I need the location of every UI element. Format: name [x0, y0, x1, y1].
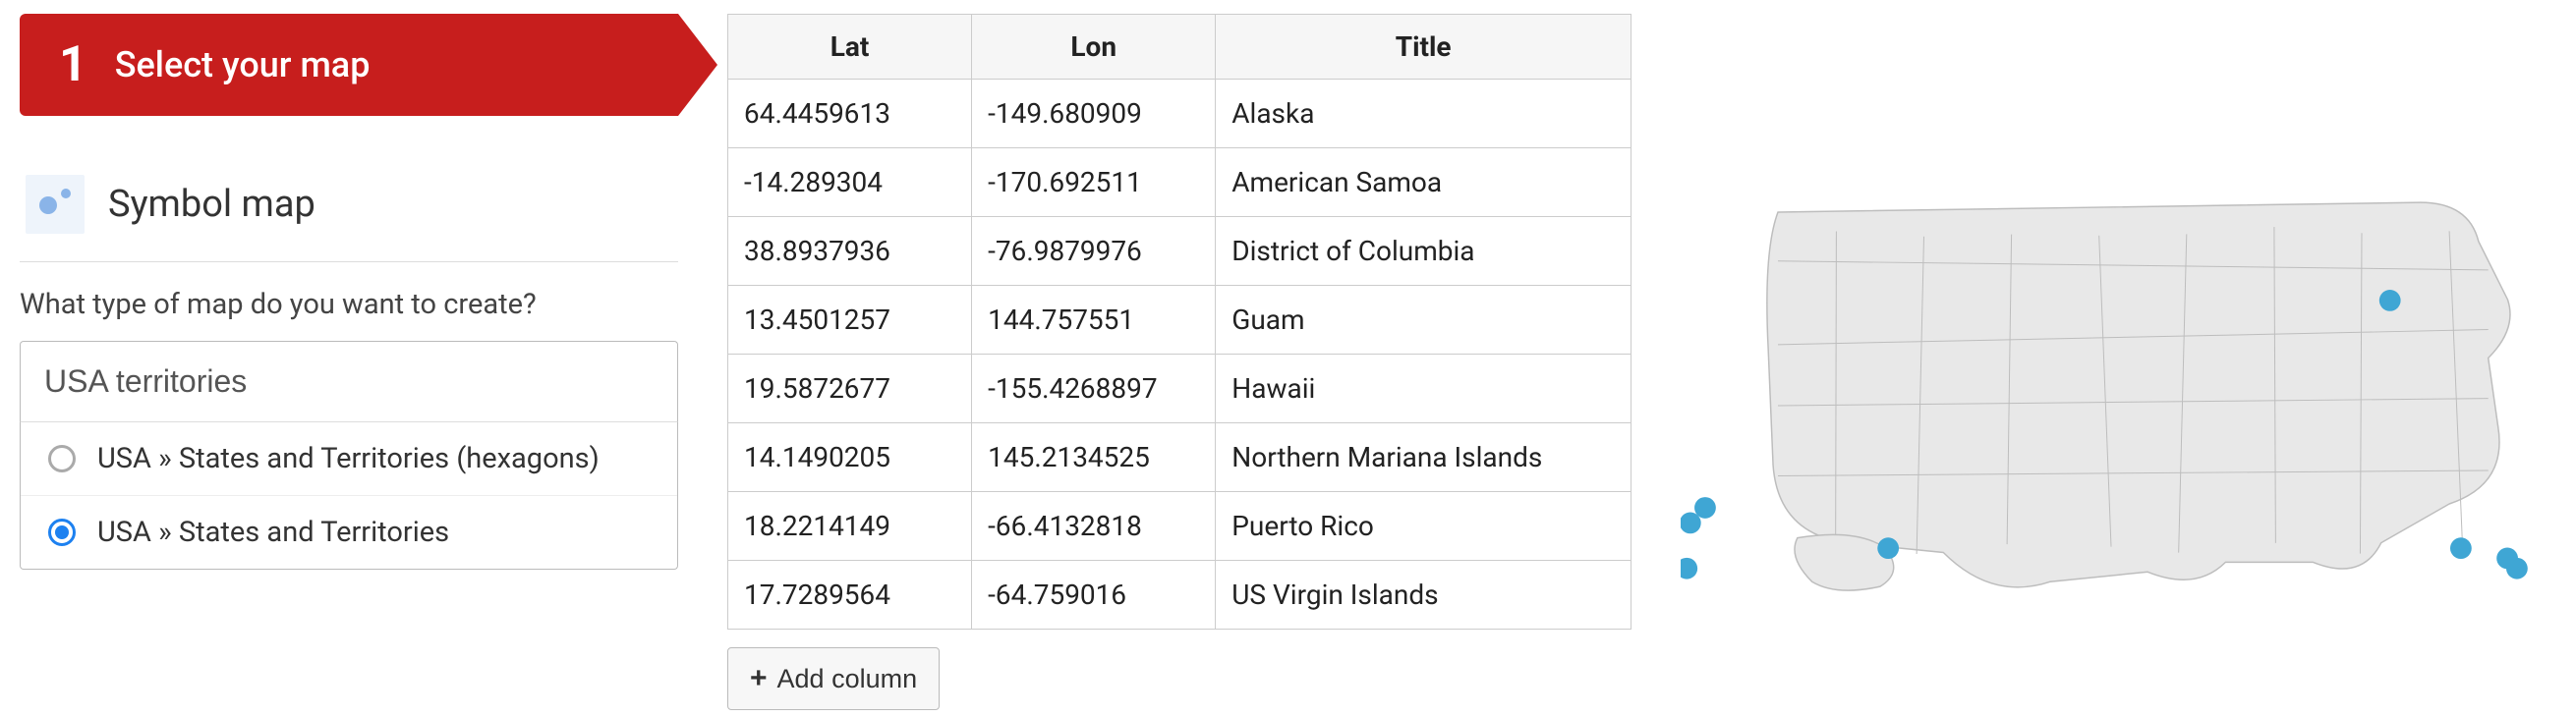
map-search-input[interactable] — [20, 341, 678, 421]
map-option-label: USA » States and Territories — [97, 516, 449, 549]
cell-title[interactable]: District of Columbia — [1216, 217, 1631, 286]
cell-lat[interactable]: 18.2214149 — [728, 492, 972, 561]
header-lon[interactable]: Lon — [972, 15, 1216, 80]
cell-lon[interactable]: 144.757551 — [972, 286, 1216, 355]
table-row[interactable]: 64.4459613-149.680909Alaska — [728, 80, 1631, 148]
symbol-map-icon — [26, 175, 85, 234]
cell-lon[interactable]: 145.2134525 — [972, 423, 1216, 492]
map-option-hexagons[interactable]: USA » States and Territories (hexagons) — [21, 422, 677, 496]
table-header-row: Lat Lon Title — [728, 15, 1631, 80]
selected-map-type: Symbol map — [20, 175, 678, 234]
cell-lon[interactable]: -155.4268897 — [972, 355, 1216, 423]
map-type-label: Symbol map — [108, 183, 315, 226]
table-row[interactable]: 17.7289564-64.759016US Virgin Islands — [728, 561, 1631, 630]
map-preview-panel — [1681, 14, 2556, 703]
map-option-label: USA » States and Territories (hexagons) — [97, 442, 600, 475]
cell-title[interactable]: US Virgin Islands — [1216, 561, 1631, 630]
map-options-list: USA » States and Territories (hexagons) … — [20, 421, 678, 570]
cell-title[interactable]: American Samoa — [1216, 148, 1631, 217]
cell-lat[interactable]: 14.1490205 — [728, 423, 972, 492]
step-label: Select your map — [115, 44, 371, 85]
step-banner: 1 Select your map — [20, 14, 678, 116]
data-table-panel: Lat Lon Title 64.4459613-149.680909Alask… — [727, 14, 1631, 703]
cell-lon[interactable]: -170.692511 — [972, 148, 1216, 217]
cell-lat[interactable]: 64.4459613 — [728, 80, 972, 148]
table-row[interactable]: 38.8937936-76.9879976District of Columbi… — [728, 217, 1631, 286]
map-dot[interactable] — [2450, 537, 2472, 559]
cell-lon[interactable]: -64.759016 — [972, 561, 1216, 630]
cell-lat[interactable]: 17.7289564 — [728, 561, 972, 630]
header-lat[interactable]: Lat — [728, 15, 972, 80]
radio-icon — [48, 445, 76, 472]
add-column-button[interactable]: + Add column — [727, 647, 940, 710]
map-dot[interactable] — [1877, 537, 1899, 559]
plus-icon: + — [750, 662, 768, 695]
map-type-prompt: What type of map do you want to create? — [20, 288, 678, 321]
map-dot[interactable] — [2506, 558, 2528, 579]
map-dot[interactable] — [1694, 497, 1716, 519]
cell-title[interactable]: Guam — [1216, 286, 1631, 355]
table-row[interactable]: 14.1490205145.2134525Northern Mariana Is… — [728, 423, 1631, 492]
wizard-sidebar: 1 Select your map Symbol map What type o… — [20, 14, 678, 703]
map-dot[interactable] — [2379, 290, 2401, 311]
map-dot[interactable] — [1681, 558, 1697, 579]
cell-title[interactable]: Northern Mariana Islands — [1216, 423, 1631, 492]
step-number: 1 — [59, 36, 87, 93]
table-row[interactable]: 18.2214149-66.4132818Puerto Rico — [728, 492, 1631, 561]
cell-title[interactable]: Alaska — [1216, 80, 1631, 148]
cell-lat[interactable]: 19.5872677 — [728, 355, 972, 423]
add-column-label: Add column — [777, 664, 918, 694]
table-row[interactable]: -14.289304-170.692511American Samoa — [728, 148, 1631, 217]
cell-lon[interactable]: -66.4132818 — [972, 492, 1216, 561]
cell-lat[interactable]: -14.289304 — [728, 148, 972, 217]
radio-icon — [48, 519, 76, 546]
data-table: Lat Lon Title 64.4459613-149.680909Alask… — [727, 14, 1631, 630]
cell-title[interactable]: Puerto Rico — [1216, 492, 1631, 561]
cell-title[interactable]: Hawaii — [1216, 355, 1631, 423]
cell-lat[interactable]: 38.8937936 — [728, 217, 972, 286]
cell-lon[interactable]: -76.9879976 — [972, 217, 1216, 286]
table-row[interactable]: 13.4501257144.757551Guam — [728, 286, 1631, 355]
header-title[interactable]: Title — [1216, 15, 1631, 80]
table-row[interactable]: 19.5872677-155.4268897Hawaii — [728, 355, 1631, 423]
usa-map-preview — [1681, 151, 2556, 662]
divider — [20, 261, 678, 262]
map-option-states-territories[interactable]: USA » States and Territories — [21, 496, 677, 569]
cell-lat[interactable]: 13.4501257 — [728, 286, 972, 355]
cell-lon[interactable]: -149.680909 — [972, 80, 1216, 148]
